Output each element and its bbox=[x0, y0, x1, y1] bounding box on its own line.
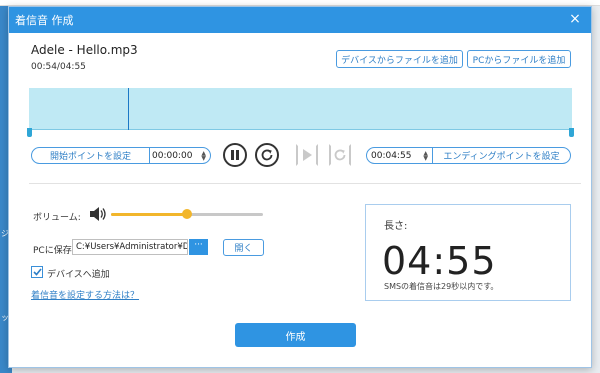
set-end-point-button[interactable]: エンディングポイントを設定 bbox=[433, 149, 570, 162]
start-handle[interactable] bbox=[27, 128, 32, 137]
end-handle[interactable] bbox=[569, 128, 574, 137]
save-location-label: PCに保存: bbox=[33, 246, 75, 256]
length-info-panel: 長さ: 04:55 SMSの着信音は29秒以内です。 bbox=[365, 204, 571, 301]
dialog-titlebar: 着信音 作成 × bbox=[9, 7, 591, 33]
volume-label: ボリューム: bbox=[33, 213, 81, 223]
stepper-icon[interactable]: ▲ ▼ bbox=[201, 150, 206, 161]
add-to-device-checkbox[interactable] bbox=[31, 266, 43, 278]
close-icon[interactable]: × bbox=[567, 11, 583, 27]
set-start-point-button[interactable]: 開始ポイントを設定 bbox=[32, 148, 150, 163]
ringtone-help-link[interactable]: 着信音を設定する方法は？ bbox=[31, 288, 139, 301]
open-folder-button[interactable]: 開く bbox=[223, 239, 264, 256]
divider bbox=[29, 183, 581, 184]
start-time-field[interactable]: 00:00:00 ▲ ▼ bbox=[150, 150, 210, 161]
end-time-field[interactable]: 00:04:55 ▲ ▼ bbox=[367, 148, 433, 163]
dialog-title: 着信音 作成 bbox=[15, 14, 74, 27]
start-time-value[interactable]: 00:00:00 bbox=[152, 151, 192, 161]
replay-button[interactable] bbox=[255, 143, 279, 167]
loop-segment-button[interactable] bbox=[329, 144, 351, 166]
save-path-field[interactable]: C:¥Users¥Administrator¥D bbox=[72, 239, 188, 255]
stepper-icon[interactable]: ▲ ▼ bbox=[423, 150, 428, 161]
speaker-icon bbox=[90, 207, 106, 221]
loop-icon bbox=[334, 149, 346, 161]
playback-position: 00:54/04:55 bbox=[31, 62, 86, 72]
start-point-control: 開始ポイントを設定 00:00:00 ▲ ▼ bbox=[31, 147, 211, 164]
volume-slider-fill bbox=[111, 213, 187, 216]
play-icon bbox=[303, 149, 312, 161]
pause-icon bbox=[231, 150, 239, 160]
end-point-control: 00:04:55 ▲ ▼ エンディングポイントを設定 bbox=[366, 147, 571, 164]
create-button[interactable]: 作成 bbox=[235, 323, 356, 347]
volume-slider-knob[interactable] bbox=[182, 209, 192, 219]
playhead-cursor[interactable] bbox=[128, 88, 129, 130]
play-segment-button[interactable] bbox=[296, 144, 318, 166]
length-value: 04:55 bbox=[382, 239, 497, 283]
replay-icon bbox=[261, 149, 273, 161]
browse-button[interactable]: ··· bbox=[189, 239, 208, 255]
add-from-device-button[interactable]: デバイスからファイルを追加 bbox=[336, 50, 463, 68]
file-name: Adele - Hello.mp3 bbox=[31, 43, 138, 57]
add-from-pc-button[interactable]: PCからファイルを追加 bbox=[467, 50, 571, 68]
pause-button[interactable] bbox=[223, 143, 247, 167]
waveform-area[interactable] bbox=[29, 88, 572, 130]
sms-length-note: SMSの着信音は29秒以内です。 bbox=[384, 282, 499, 291]
ringtone-maker-dialog: 着信音 作成 × Adele - Hello.mp3 00:54/04:55 デ… bbox=[8, 6, 592, 368]
checkmark-icon bbox=[32, 268, 42, 276]
length-label: 長さ: bbox=[384, 221, 408, 232]
end-time-value[interactable]: 00:04:55 bbox=[371, 151, 411, 161]
add-to-device-label[interactable]: デバイスへ追加 bbox=[47, 267, 110, 280]
